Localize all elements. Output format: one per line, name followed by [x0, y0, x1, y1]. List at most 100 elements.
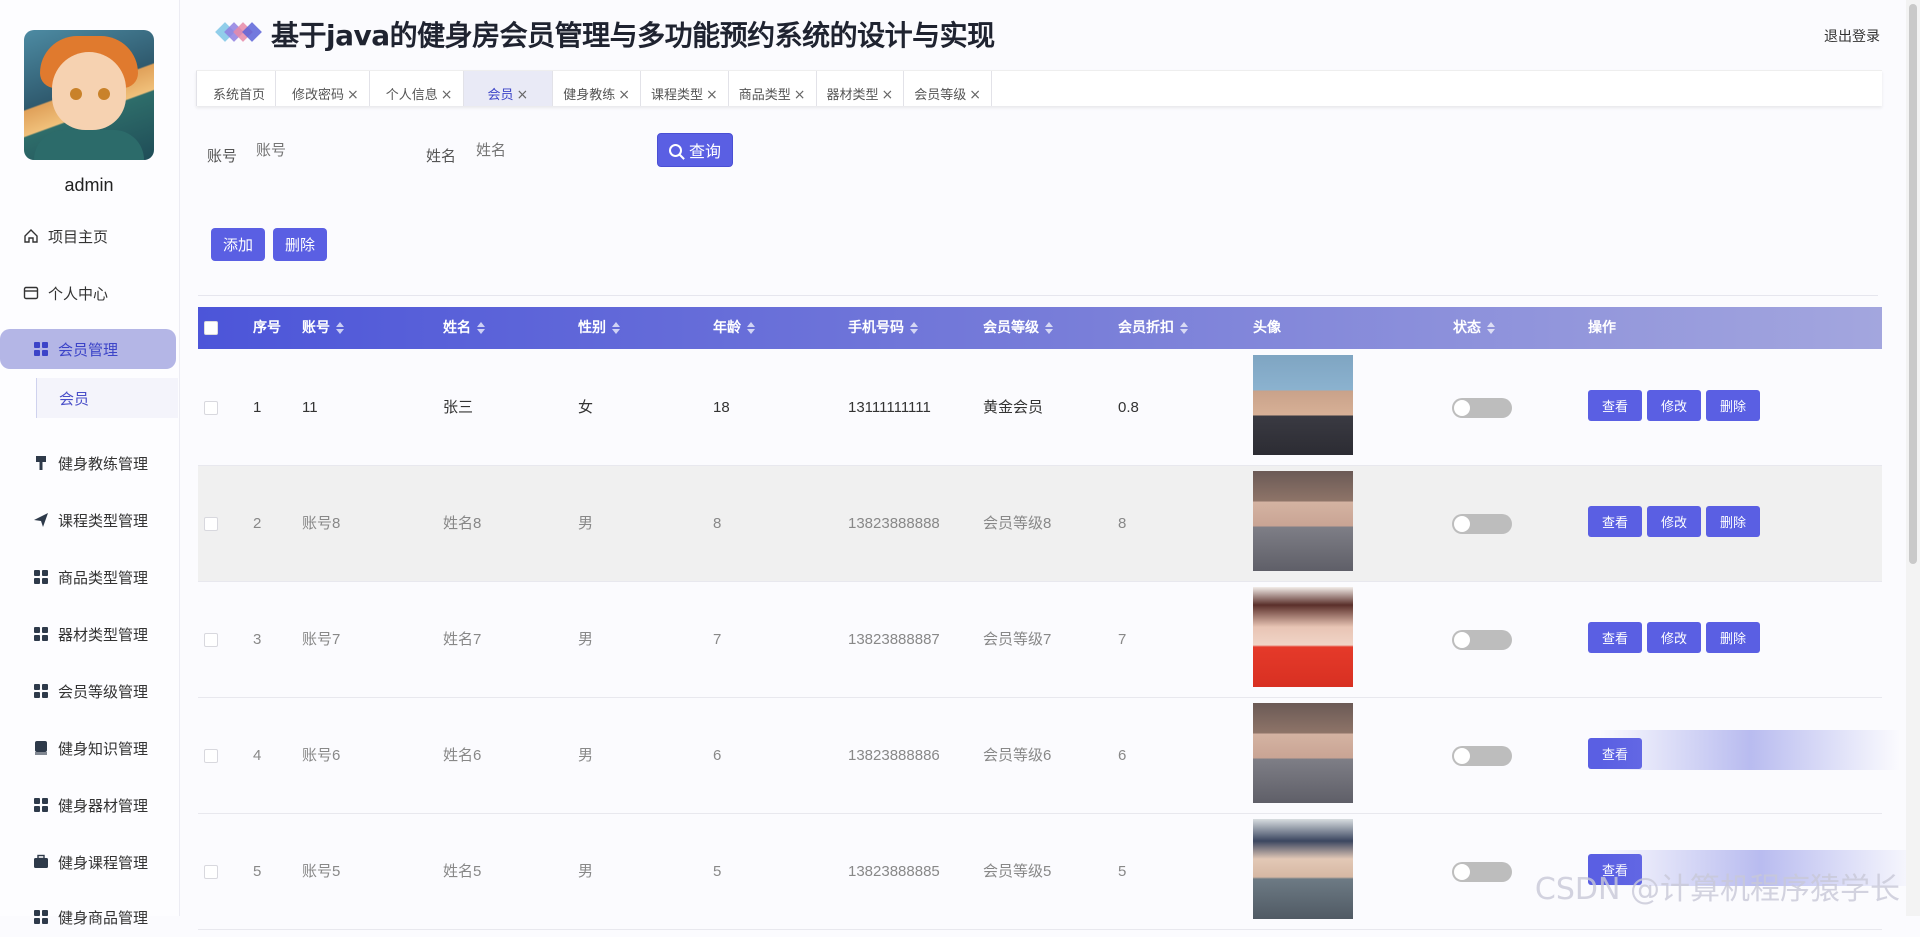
view-button[interactable]: 查看	[1588, 390, 1642, 421]
account-search-input[interactable]	[246, 130, 416, 170]
tab-label: 会员等级	[914, 84, 966, 103]
vertical-scrollbar[interactable]	[1906, 0, 1920, 916]
cell-name: 姓名5	[443, 814, 481, 930]
sidebar-item-equipment-management[interactable]: 健身器材管理	[0, 785, 178, 825]
column-header-phone[interactable]: 手机号码	[848, 307, 918, 349]
column-header-age[interactable]: 年龄	[713, 307, 755, 349]
cell-gender: 男	[578, 582, 593, 698]
column-header-name[interactable]: 姓名	[443, 307, 485, 349]
sidebar-item-product-type-management[interactable]: 商品类型管理	[0, 557, 178, 597]
sidebar-subitem-member[interactable]: 会员	[36, 378, 178, 418]
tab-home[interactable]: 系统首页	[196, 71, 276, 106]
sidebar-item-home[interactable]: 项目主页	[22, 216, 200, 256]
select-all-checkbox[interactable]	[204, 321, 218, 335]
tab-course-type[interactable]: 课程类型×	[640, 71, 729, 106]
name-search-input[interactable]	[466, 130, 646, 170]
table-header: 序号 账号 姓名 性别 年龄 手机号码 会员等级 会员折扣 头像 状态 操作	[198, 307, 1882, 349]
cell-discount: 8	[1118, 466, 1126, 582]
close-icon[interactable]: ×	[794, 87, 806, 103]
close-icon[interactable]: ×	[618, 87, 630, 103]
sort-icon[interactable]	[910, 322, 918, 334]
view-button[interactable]: 查看	[1588, 506, 1642, 537]
edit-button[interactable]: 修改	[1647, 622, 1701, 653]
close-icon[interactable]: ×	[882, 87, 894, 103]
sidebar-item-course-type-management[interactable]: 课程类型管理	[0, 500, 178, 540]
logout-link[interactable]: 退出登录	[1824, 26, 1880, 46]
avatar-photo	[1253, 471, 1353, 571]
scrollbar-thumb[interactable]	[1909, 4, 1917, 564]
sidebar-item-knowledge-management[interactable]: 健身知识管理	[0, 728, 178, 768]
sort-icon[interactable]	[747, 322, 755, 334]
cell-age: 5	[713, 814, 721, 930]
tab-change-password[interactable]: 修改密码×	[275, 71, 370, 106]
edit-button[interactable]: 修改	[1647, 390, 1701, 421]
row-checkbox[interactable]	[204, 749, 218, 763]
sidebar-item-equipment-type-management[interactable]: 器材类型管理	[0, 614, 178, 654]
sort-icon[interactable]	[477, 322, 485, 334]
delete-button[interactable]: 删除	[273, 228, 327, 261]
query-button-label: 查询	[689, 138, 721, 162]
view-button[interactable]: 查看	[1588, 622, 1642, 653]
table-row: 1 11 张三 女 18 13111111111 黄金会员 0.8 查看 修改 …	[198, 350, 1882, 466]
sidebar-item-coach-management[interactable]: 健身教练管理	[0, 443, 178, 483]
sidebar-item-label: 课程类型管理	[58, 510, 148, 531]
sort-icon[interactable]	[1045, 322, 1053, 334]
sort-icon[interactable]	[1180, 322, 1188, 334]
status-toggle[interactable]	[1452, 746, 1512, 766]
cell-age: 8	[713, 466, 721, 582]
row-checkbox[interactable]	[204, 401, 218, 415]
add-button[interactable]: 添加	[211, 228, 265, 261]
tab-product-type[interactable]: 商品类型×	[728, 71, 817, 106]
sidebar-item-profile[interactable]: 个人中心	[22, 273, 200, 313]
tab-profile[interactable]: 个人信息×	[369, 71, 464, 106]
tab-member[interactable]: 会员×	[463, 71, 554, 106]
sidebar-item-member-management[interactable]: 会员管理	[0, 329, 176, 369]
close-icon[interactable]: ×	[517, 87, 529, 103]
delete-row-button[interactable]: 删除	[1706, 622, 1760, 653]
sidebar-item-label: 健身商品管理	[58, 907, 148, 928]
delete-row-button[interactable]: 删除	[1706, 390, 1760, 421]
sort-icon[interactable]	[1487, 322, 1495, 334]
search-icon	[669, 144, 682, 157]
status-toggle[interactable]	[1452, 398, 1512, 418]
sidebar-item-product-management[interactable]: 健身商品管理	[0, 897, 178, 937]
tab-label: 会员	[488, 84, 514, 103]
sort-icon[interactable]	[612, 322, 620, 334]
cell-name: 姓名8	[443, 466, 481, 582]
sort-icon[interactable]	[336, 322, 344, 334]
delete-row-button[interactable]: 删除	[1706, 506, 1760, 537]
cell-account: 账号8	[302, 466, 340, 582]
close-icon[interactable]: ×	[969, 87, 981, 103]
column-header-label: 账号	[302, 320, 330, 336]
column-header-status[interactable]: 状态	[1453, 307, 1495, 349]
row-checkbox[interactable]	[204, 517, 218, 531]
paper-plane-icon	[32, 511, 50, 529]
column-header-gender[interactable]: 性别	[578, 307, 620, 349]
cell-age: 18	[713, 350, 730, 466]
tab-label: 商品类型	[739, 84, 791, 103]
home-icon	[22, 227, 40, 245]
cell-discount: 5	[1118, 814, 1126, 930]
query-button[interactable]: 查询	[657, 133, 733, 167]
row-checkbox[interactable]	[204, 633, 218, 647]
row-checkbox[interactable]	[204, 865, 218, 879]
close-icon[interactable]: ×	[347, 87, 359, 103]
sidebar-item-label: 项目主页	[48, 226, 108, 247]
edit-button[interactable]: 修改	[1647, 506, 1701, 537]
column-header-discount[interactable]: 会员折扣	[1118, 307, 1188, 349]
tab-equipment-type[interactable]: 器材类型×	[816, 71, 905, 106]
sidebar-item-member-level-management[interactable]: 会员等级管理	[0, 671, 178, 711]
cell-account: 账号6	[302, 698, 340, 814]
column-header-account[interactable]: 账号	[302, 307, 344, 349]
sidebar-item-course-management[interactable]: 健身课程管理	[0, 842, 178, 882]
column-header-level[interactable]: 会员等级	[983, 307, 1053, 349]
status-toggle[interactable]	[1452, 630, 1512, 650]
column-header-label: 状态	[1453, 320, 1481, 336]
status-toggle[interactable]	[1452, 514, 1512, 534]
tab-member-level[interactable]: 会员等级×	[903, 71, 992, 106]
cell-account: 账号5	[302, 814, 340, 930]
close-icon[interactable]: ×	[706, 87, 718, 103]
status-toggle[interactable]	[1452, 862, 1512, 882]
close-icon[interactable]: ×	[441, 87, 453, 103]
tab-coach[interactable]: 健身教练×	[552, 71, 641, 106]
